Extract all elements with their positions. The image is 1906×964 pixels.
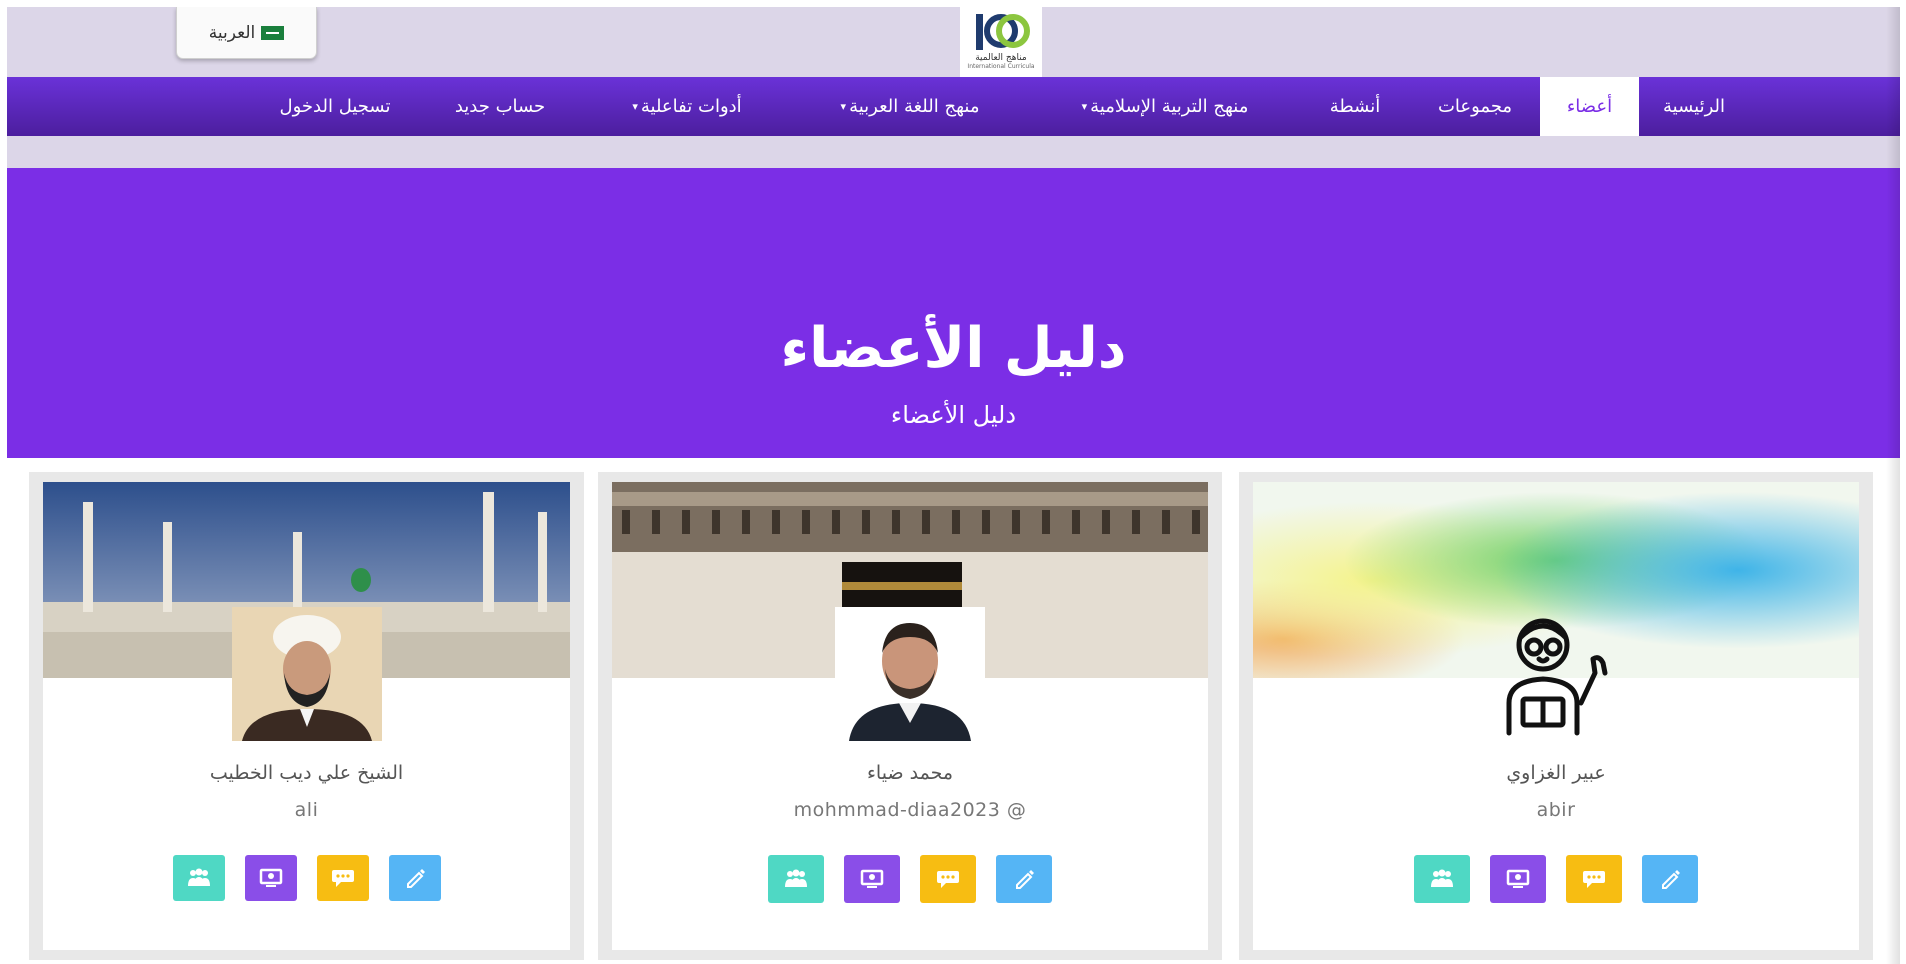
page: العربية مناهج العالمية International Cur… (7, 7, 1900, 964)
site-logo[interactable]: مناهج العالمية International Curricula (960, 7, 1042, 77)
member-handle: ali (294, 799, 319, 821)
page-edge-shadow (1886, 7, 1900, 964)
nav-interactive-tools[interactable]: أدوات تفاعلية ▾ (612, 77, 762, 136)
profile-view-icon[interactable] (844, 855, 900, 903)
top-strip: العربية مناهج العالمية International Cur… (7, 7, 1900, 77)
member-actions (1253, 855, 1859, 903)
members-grid: عبير الغزاوي abir محمد ضياء mohmmad-diaa… (7, 458, 1900, 964)
teacher-line-icon (1481, 607, 1631, 741)
chevron-down-icon: ▾ (1081, 100, 1088, 113)
edit-icon[interactable] (996, 855, 1052, 903)
member-avatar (835, 607, 985, 741)
logo-text-ar: مناهج العالمية (975, 53, 1027, 63)
page-title: دليل الأعضاء (780, 316, 1127, 381)
language-switcher[interactable]: العربية (176, 7, 317, 59)
nav-groups-label: مجموعات (1437, 96, 1513, 117)
nav-members[interactable]: أعضاء (1540, 77, 1639, 136)
sub-bar (7, 136, 1900, 168)
nav-login[interactable]: تسجيل الدخول (260, 77, 410, 136)
member-name[interactable]: الشيخ علي ديب الخطيب (43, 762, 570, 784)
ico-logo-mark (976, 14, 1030, 50)
edit-icon[interactable] (1642, 855, 1698, 903)
member-card: الشيخ علي ديب الخطيب ali (29, 472, 584, 960)
member-actions (612, 855, 1208, 903)
nav-arabic-curriculum[interactable]: منهج اللغة العربية ▾ (810, 77, 1010, 136)
nav-arabic-label: منهج اللغة العربية (849, 96, 980, 117)
main-navigation: الرئيسية أعضاء مجموعات أنشطة منهج التربي… (7, 77, 1900, 136)
page-subtitle: دليل الأعضاء (890, 401, 1017, 429)
member-actions (43, 855, 570, 901)
nav-home-label: الرئيسية (1663, 96, 1725, 117)
member-name[interactable]: عبير الغزاوي (1253, 762, 1859, 784)
hero-banner: دليل الأعضاء دليل الأعضاء (7, 168, 1900, 458)
group-icon[interactable] (768, 855, 824, 903)
nav-members-label: أعضاء (1566, 96, 1613, 117)
saudi-flag-icon (261, 25, 285, 40)
member-handle: mohmmad-diaa2023 @ (793, 799, 1027, 821)
nav-activities-label: أنشطة (1329, 96, 1381, 117)
member-avatar (231, 607, 382, 741)
nav-activities[interactable]: أنشطة (1310, 77, 1400, 136)
edit-icon[interactable] (388, 855, 441, 901)
nav-home[interactable]: الرئيسية (1634, 77, 1754, 136)
logo-text-en: International Curricula (967, 63, 1035, 70)
nav-islamic-curriculum[interactable]: منهج التربية الإسلامية ▾ (1050, 77, 1280, 136)
chevron-down-icon: ▾ (840, 100, 847, 113)
nav-register-label: حساب جديد (454, 96, 546, 117)
group-icon[interactable] (1414, 855, 1470, 903)
message-icon[interactable] (316, 855, 369, 901)
member-handle: abir (1536, 799, 1576, 821)
nav-islamic-label: منهج التربية الإسلامية (1090, 96, 1249, 117)
member-card: محمد ضياء mohmmad-diaa2023 @ (598, 472, 1222, 960)
nav-register[interactable]: حساب جديد (440, 77, 560, 136)
nav-tools-label: أدوات تفاعلية (640, 96, 742, 117)
nav-login-label: تسجيل الدخول (279, 96, 391, 117)
member-card: عبير الغزاوي abir (1239, 472, 1873, 960)
member-name[interactable]: محمد ضياء (612, 762, 1208, 784)
nav-groups[interactable]: مجموعات (1420, 77, 1530, 136)
profile-view-icon[interactable] (1490, 855, 1546, 903)
group-icon[interactable] (172, 855, 225, 901)
chevron-down-icon: ▾ (632, 100, 638, 113)
message-icon[interactable] (1566, 855, 1622, 903)
message-icon[interactable] (920, 855, 976, 903)
language-label: العربية (208, 22, 256, 43)
profile-view-icon[interactable] (244, 855, 297, 901)
